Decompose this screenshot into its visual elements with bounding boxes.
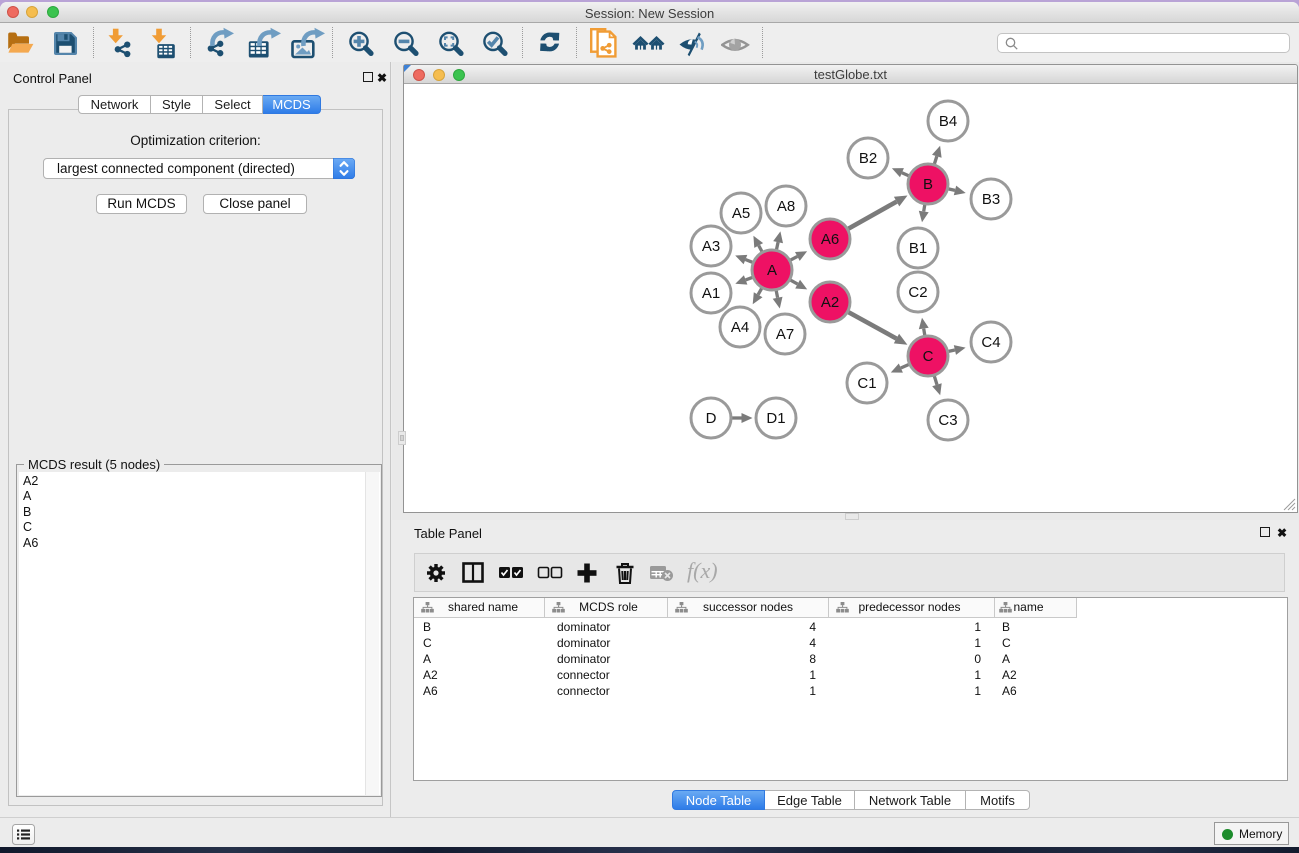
svg-text:C3: C3	[938, 412, 957, 429]
svg-text:C2: C2	[908, 284, 927, 301]
svg-text:B3: B3	[982, 191, 1000, 208]
svg-text:D: D	[706, 410, 717, 427]
svg-text:B: B	[923, 176, 933, 193]
svg-text:B1: B1	[909, 240, 927, 257]
svg-text:D1: D1	[766, 410, 785, 427]
svg-text:C1: C1	[857, 375, 876, 392]
svg-text:A5: A5	[732, 205, 750, 222]
svg-text:B4: B4	[939, 113, 957, 130]
svg-text:C4: C4	[981, 334, 1000, 351]
svg-text:C: C	[923, 348, 934, 365]
svg-text:B2: B2	[859, 150, 877, 167]
svg-text:A6: A6	[821, 231, 839, 248]
svg-text:A2: A2	[821, 294, 839, 311]
svg-text:A8: A8	[777, 198, 795, 215]
svg-text:A7: A7	[776, 326, 794, 343]
svg-text:A3: A3	[702, 238, 720, 255]
svg-text:A4: A4	[731, 319, 749, 336]
svg-text:A: A	[767, 262, 777, 279]
svg-text:A1: A1	[702, 285, 720, 302]
